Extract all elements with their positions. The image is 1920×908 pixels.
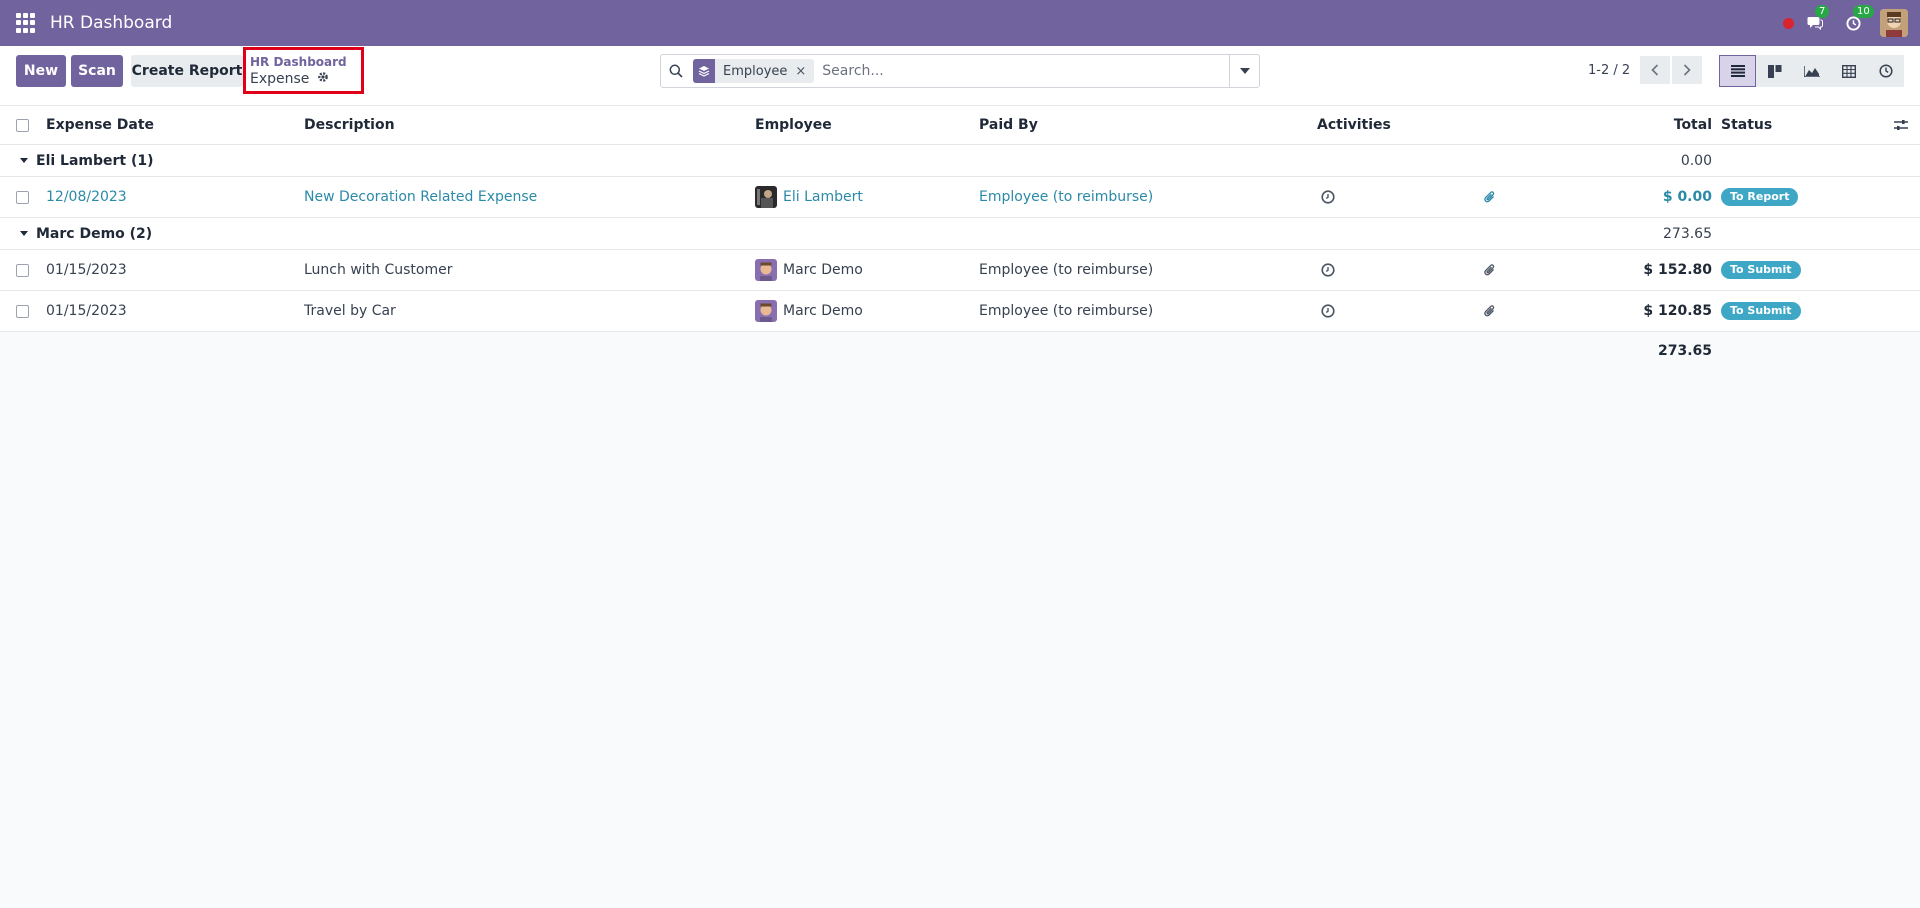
column-header-total[interactable]: Total xyxy=(1560,106,1712,144)
grand-total: 273.65 xyxy=(1657,343,1712,359)
employee-avatar xyxy=(755,259,777,281)
expense-total: $ 0.00 xyxy=(1662,189,1712,205)
column-header-description[interactable]: Description xyxy=(304,106,395,144)
recording-dot-icon xyxy=(1783,17,1794,29)
status-badge: To Submit xyxy=(1721,261,1801,279)
employee-name: Marc Demo xyxy=(783,303,863,319)
expense-date: 01/15/2023 xyxy=(46,303,127,319)
paid-by: Employee (to reimburse) xyxy=(979,303,1154,319)
app-title[interactable]: HR Dashboard xyxy=(50,13,172,33)
employee-name: Marc Demo xyxy=(783,262,863,278)
employee-avatar xyxy=(755,186,777,208)
caret-down-icon xyxy=(20,158,28,163)
column-header-activities[interactable]: Activities xyxy=(1317,106,1391,144)
status-badge: To Submit xyxy=(1721,302,1801,320)
status-cell: To Report xyxy=(1721,177,1799,217)
attachment-paperclip-icon[interactable] xyxy=(1484,177,1496,217)
kanban-view-icon[interactable] xyxy=(1756,55,1793,87)
breadcrumb-parent-link[interactable]: HR Dashboard xyxy=(250,54,357,70)
table-row[interactable]: 01/15/2023 Travel by Car Marc Demo Emplo… xyxy=(0,291,1920,332)
apps-menu-icon[interactable] xyxy=(16,13,36,33)
expense-description: New Decoration Related Expense xyxy=(304,189,538,205)
select-all-checkbox[interactable] xyxy=(16,106,29,144)
status-badge: To Report xyxy=(1721,188,1799,206)
list-view-icon[interactable] xyxy=(1719,55,1756,87)
activities-clock-icon[interactable]: 10 xyxy=(1842,5,1874,34)
pager-next-button[interactable] xyxy=(1672,56,1702,84)
user-avatar[interactable] xyxy=(1880,9,1908,37)
row-checkbox[interactable] xyxy=(16,291,29,331)
facet-remove-icon[interactable]: × xyxy=(795,59,814,83)
status-cell: To Submit xyxy=(1721,291,1801,331)
pager-previous-button[interactable] xyxy=(1640,56,1670,84)
pager-value[interactable]: 1-2 / 2 xyxy=(1588,63,1630,78)
employee-cell[interactable]: Eli Lambert xyxy=(755,177,863,217)
expense-total: $ 120.85 xyxy=(1643,303,1712,319)
column-header-status[interactable]: Status xyxy=(1721,106,1772,144)
navbar-systray: 7 10 xyxy=(1783,0,1920,46)
optional-columns-toggle-icon[interactable] xyxy=(1894,106,1908,144)
table-row[interactable]: 01/15/2023 Lunch with Customer Marc Demo… xyxy=(0,250,1920,291)
activities-count-badge: 10 xyxy=(1853,5,1874,18)
expense-date: 01/15/2023 xyxy=(46,262,127,278)
scan-button[interactable]: Scan xyxy=(71,55,123,87)
view-switcher xyxy=(1719,55,1904,87)
new-button[interactable]: New xyxy=(16,55,66,87)
row-checkbox[interactable] xyxy=(16,177,29,217)
group-row-marc-demo[interactable]: Marc Demo (2) 273.65 xyxy=(0,218,1920,250)
activity-clock-icon[interactable] xyxy=(1321,177,1335,217)
breadcrumb: HR Dashboard Expense xyxy=(243,47,364,94)
column-header-employee[interactable]: Employee xyxy=(755,106,832,144)
layers-icon xyxy=(693,59,715,83)
activity-view-icon[interactable] xyxy=(1867,55,1904,87)
employee-name: Eli Lambert xyxy=(783,189,863,205)
attachment-paperclip-icon[interactable] xyxy=(1484,291,1496,331)
attachment-paperclip-icon[interactable] xyxy=(1484,250,1496,290)
table-footer-totals: 273.65 xyxy=(0,332,1920,370)
search-input[interactable] xyxy=(822,63,1229,79)
expense-total: $ 152.80 xyxy=(1643,262,1712,278)
paid-by: Employee (to reimburse) xyxy=(979,189,1154,205)
caret-down-icon xyxy=(20,231,28,236)
column-header-paid-by[interactable]: Paid By xyxy=(979,106,1038,144)
gear-icon[interactable] xyxy=(317,70,329,88)
search-icon[interactable] xyxy=(661,64,691,78)
activity-clock-icon[interactable] xyxy=(1321,250,1335,290)
group-total: 273.65 xyxy=(1663,225,1712,242)
group-label: Eli Lambert (1) xyxy=(20,145,154,176)
expense-description: Travel by Car xyxy=(304,303,396,319)
expense-description: Lunch with Customer xyxy=(304,262,453,278)
activity-clock-icon[interactable] xyxy=(1321,291,1335,331)
graph-view-icon[interactable] xyxy=(1793,55,1830,87)
column-header-expense-date[interactable]: Expense Date xyxy=(46,106,154,144)
control-panel: New Scan Create Report HR Dashboard Expe… xyxy=(0,46,1920,106)
expense-date: 12/08/2023 xyxy=(46,189,127,205)
breadcrumb-current: Expense xyxy=(250,70,357,88)
group-total: 0.00 xyxy=(1680,152,1712,169)
search-options-toggle[interactable] xyxy=(1229,54,1259,88)
employee-cell[interactable]: Marc Demo xyxy=(755,250,863,290)
employee-avatar xyxy=(755,300,777,322)
status-cell: To Submit xyxy=(1721,250,1801,290)
top-navbar: HR Dashboard 7 10 xyxy=(0,0,1920,46)
row-checkbox[interactable] xyxy=(16,250,29,290)
breadcrumb-current-label: Expense xyxy=(250,71,310,87)
group-label-text: Marc Demo (2) xyxy=(36,225,153,242)
group-label-text: Eli Lambert (1) xyxy=(36,152,154,169)
create-report-button[interactable]: Create Report xyxy=(131,55,243,87)
group-label: Marc Demo (2) xyxy=(20,218,152,249)
employee-cell[interactable]: Marc Demo xyxy=(755,291,863,331)
search-facet-label: Employee xyxy=(723,63,788,79)
search-bar: Employee × xyxy=(660,54,1260,88)
table-header: Expense Date Description Employee Paid B… xyxy=(0,106,1920,145)
paid-by: Employee (to reimburse) xyxy=(979,262,1154,278)
search-facet-groupby: Employee × xyxy=(693,59,815,83)
pivot-view-icon[interactable] xyxy=(1830,55,1867,87)
messages-icon[interactable]: 7 xyxy=(1804,5,1830,34)
table-row[interactable]: 12/08/2023 New Decoration Related Expens… xyxy=(0,177,1920,218)
group-row-eli-lambert[interactable]: Eli Lambert (1) 0.00 xyxy=(0,145,1920,177)
messages-count-badge: 7 xyxy=(1815,5,1830,18)
